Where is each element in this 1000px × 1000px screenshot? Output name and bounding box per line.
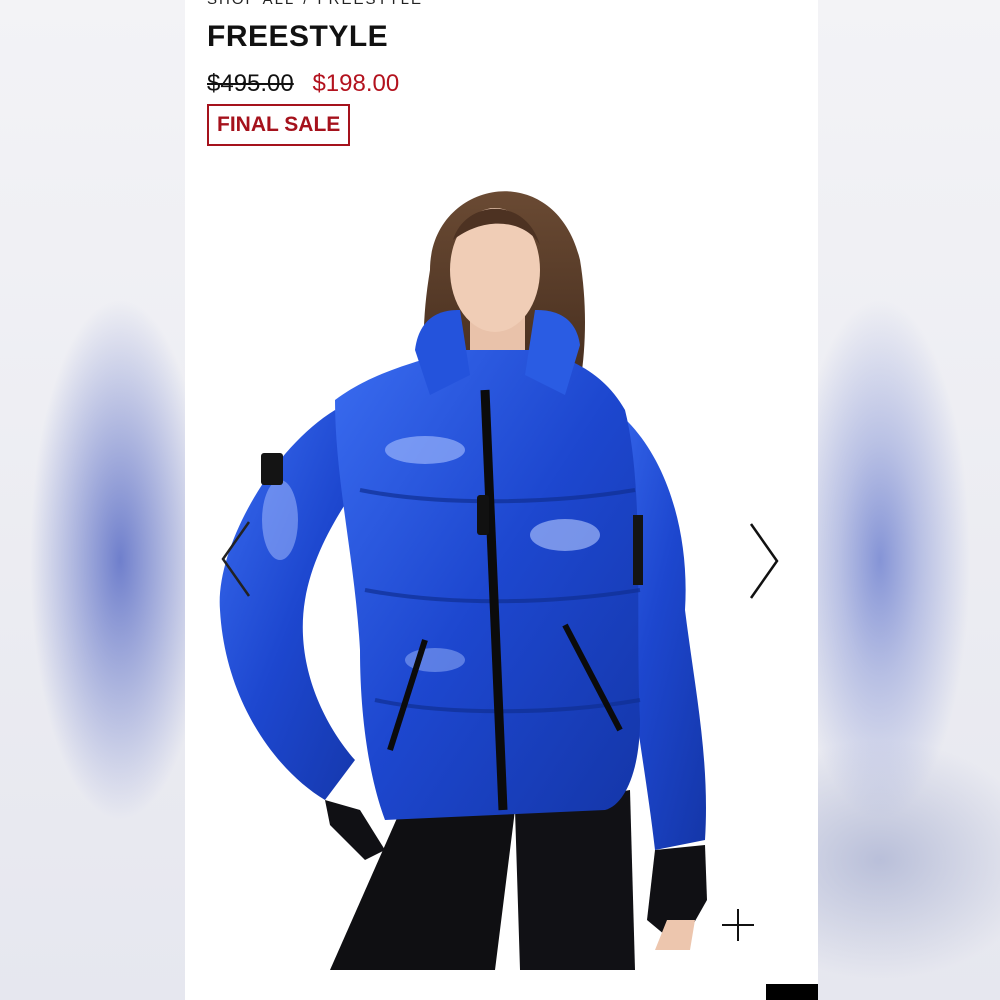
sale-price: $198.00 — [312, 70, 400, 97]
plus-icon — [722, 909, 754, 941]
zoom-button[interactable] — [718, 905, 758, 945]
breadcrumb-separator: / — [303, 0, 309, 8]
product-title: FREESTYLE — [207, 20, 389, 53]
product-photo — [219, 191, 707, 970]
price-block: $495.00 $198.00 — [207, 70, 399, 98]
final-sale-badge: FINAL SALE — [207, 104, 351, 146]
next-image-button[interactable] — [747, 522, 781, 600]
breadcrumb: SHOP ALL / FREESTYLE — [207, 0, 423, 8]
chevron-left-icon — [221, 521, 251, 597]
breadcrumb-item-current[interactable]: FREESTYLE — [317, 0, 423, 8]
original-price: $495.00 — [207, 70, 294, 97]
breadcrumb-item-shop-all[interactable]: SHOP ALL — [207, 0, 295, 8]
product-page: SHOP ALL / FREESTYLE FREESTYLE $495.00 $19… — [185, 0, 818, 1000]
product-image-gallery — [185, 160, 818, 970]
previous-image-button[interactable] — [219, 520, 253, 598]
bottom-corner-button[interactable] — [766, 984, 818, 1000]
chevron-right-icon — [749, 523, 779, 599]
